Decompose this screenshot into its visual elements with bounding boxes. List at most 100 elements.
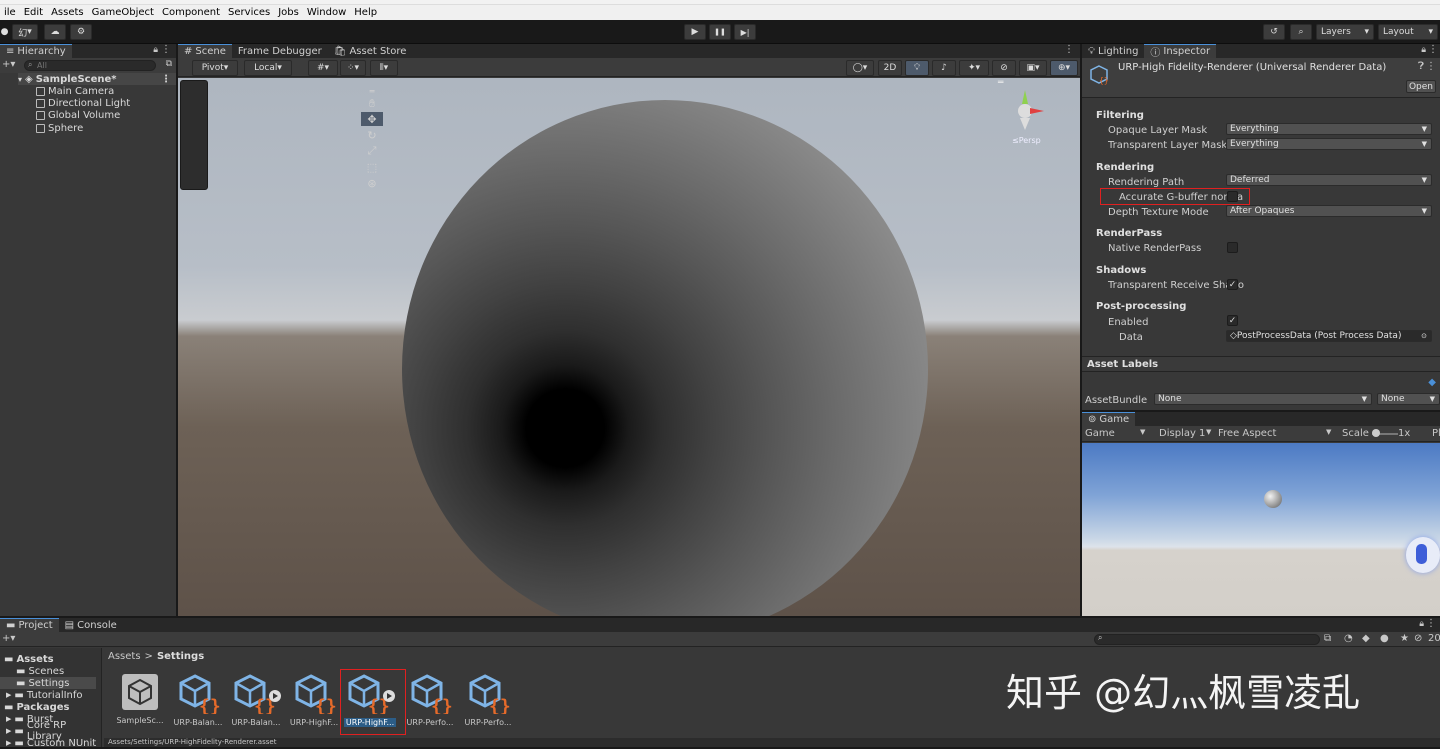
asset-item[interactable]: {} URP-Perfo... [460,672,516,727]
layout-dropdown[interactable]: Layout ▾ [1378,24,1438,40]
list-item[interactable]: Directional Light [36,97,130,109]
scale-tool-icon[interactable]: ⤢ [361,144,383,158]
hierarchy-search-input[interactable] [24,60,156,71]
tab-project[interactable]: ▬ Project [0,618,59,632]
filter-by-type-icon[interactable]: ◔ [1344,633,1353,644]
lock-icon[interactable]: 🔒︎ [1419,619,1424,629]
more-options-icon[interactable]: ⋮ [1426,61,1436,72]
breadcrumb-assets[interactable]: Assets [108,651,141,662]
lock-icon[interactable]: 🔒︎ [153,45,158,55]
tree-item-tutorialinfo[interactable]: ▶ ▬ TutorialInfo [6,689,83,701]
list-item[interactable]: Main Camera [36,85,114,97]
rotate-tool-icon[interactable]: ↻ [361,128,383,142]
transform-tool-icon[interactable]: ⊛ [361,176,383,190]
menu-edit[interactable]: Edit [20,7,47,18]
opaque-layer-mask-dropdown[interactable]: Everything ▼ [1226,123,1432,135]
list-item[interactable]: Global Volume [36,109,120,121]
menu-component[interactable]: Component [158,7,224,18]
perspective-label[interactable]: ≤Persp [1012,136,1041,145]
tree-item-packages[interactable]: ▬ Packages [4,701,69,713]
more-options-icon[interactable]: ⋮ [1064,44,1074,55]
help-icon[interactable]: ❓︎ [1418,61,1424,72]
hand-tool-icon[interactable]: ✋︎ [361,97,383,111]
warning-icon[interactable]: ● [1380,633,1389,644]
filter-by-label-icon[interactable]: ◆ [1362,633,1370,644]
account-button[interactable]: 幻 ▾ [12,24,38,40]
asset-item[interactable]: {} URP-Perfo... [402,672,458,727]
tree-item-custom-nunit[interactable]: ▶ ▬ Custom NUnit [6,737,96,749]
transparent-layer-mask-dropdown[interactable]: Everything ▼ [1226,138,1432,150]
menu-file[interactable]: ile [0,7,20,18]
cloud-icon[interactable]: ☁ [44,24,66,40]
play-focused-toggle[interactable]: Pl [1432,428,1440,439]
postprocessing-enabled-checkbox[interactable]: ✓ [1227,315,1238,326]
sphere-object[interactable] [402,100,928,616]
account-dot-icon[interactable]: ● [0,24,9,40]
lighting-toggle-icon[interactable]: 💡︎ [905,60,929,76]
effects-icon[interactable]: ✦▾ [959,60,989,76]
aspect-dropdown[interactable]: Free Aspect [1218,428,1276,439]
transparent-receive-shadows-checkbox[interactable]: ✓ [1227,279,1238,290]
tree-item-scenes[interactable]: ▬ Scenes [16,665,64,677]
tab-frame-debugger[interactable]: Frame Debugger [232,44,328,58]
native-renderpass-checkbox[interactable] [1227,242,1238,253]
assetbundle-dropdown[interactable]: None ▼ [1154,393,1372,405]
more-options-icon[interactable]: ⋮ [161,74,171,85]
gizmos-icon[interactable]: ⊕▾ [1050,60,1078,76]
favorite-star-icon[interactable]: ★ [1400,633,1409,644]
asset-item[interactable]: {} URP-Balan... [228,672,284,727]
tab-lighting[interactable]: 💡︎ Lighting [1082,44,1144,58]
menu-help[interactable]: Help [350,7,381,18]
menu-window[interactable]: Window [303,7,350,18]
asset-item[interactable]: {} URP-HighF... [286,672,342,727]
tab-console[interactable]: ▤ Console [59,618,123,632]
assetbundle-variant-dropdown[interactable]: None ▼ [1377,393,1440,405]
pause-button[interactable]: ❚❚ [709,24,731,40]
game-viewport[interactable] [1082,443,1440,616]
hidden-packages-icon[interactable]: ⊘ [1414,633,1422,644]
lock-icon[interactable]: 🔒︎ [1421,45,1426,55]
asset-item[interactable]: {} URP-Balan... [170,672,226,727]
add-icon[interactable]: +▾ [2,633,15,644]
history-icon[interactable]: ↺ [1263,24,1285,40]
step-button[interactable]: ▶| [734,24,756,40]
menu-lines-icon[interactable]: ═ [998,78,1003,88]
more-options-icon[interactable]: ⋮ [161,44,171,55]
menu-gameobject[interactable]: GameObject [88,7,158,18]
rect-tool-icon[interactable]: ⬚ [361,160,383,174]
label-tag-icon[interactable]: ◆ [1428,377,1436,388]
scale-slider-handle[interactable] [1372,429,1380,437]
breadcrumb-settings[interactable]: Settings [157,651,204,662]
tree-item-settings[interactable]: ▬ Settings [0,677,96,689]
scene-row[interactable]: ▾ ◈ SampleScene* ⋮ [18,73,176,85]
menu-services[interactable]: Services [224,7,274,18]
layers-dropdown[interactable]: Layers ▾ [1316,24,1374,40]
display-dropdown[interactable]: Display 1 [1159,428,1205,439]
search-by-type-icon[interactable]: ⧉ [1324,633,1331,644]
pivot-dropdown[interactable]: Pivot ▾ [192,60,238,76]
add-icon[interactable]: +▾ [2,59,15,70]
camera-icon[interactable]: ▣▾ [1019,60,1047,76]
menu-assets[interactable]: Assets [47,7,88,18]
tab-hierarchy[interactable]: ≡ Hierarchy [0,44,72,58]
more-options-icon[interactable]: ⋮ [1426,618,1436,629]
open-button[interactable]: Open [1406,80,1436,93]
scene-viewport[interactable]: ≤Persp ═ [178,78,1080,616]
search-icon[interactable]: ⌕ [1290,24,1312,40]
tab-asset-store[interactable]: 🛍︎ Asset Store [328,44,413,58]
grid-snap-icon[interactable]: #▾ [308,60,338,76]
rendering-path-dropdown[interactable]: Deferred ▼ [1226,174,1432,186]
visibility-icon[interactable]: ⊘ [992,60,1016,76]
align-icon[interactable]: ⫴▾ [370,60,398,76]
asset-item[interactable]: SampleSc... [112,672,168,725]
move-tool-icon[interactable]: ✥ [361,112,383,126]
shading-mode-icon[interactable]: ◯▾ [846,60,874,76]
depth-texture-mode-dropdown[interactable]: After Opaques ▼ [1226,205,1432,217]
tree-item-assets[interactable]: ▬ Assets [4,653,54,665]
filter-icon[interactable]: ⧉ [166,59,172,69]
audio-toggle-icon[interactable]: ♪ [932,60,956,76]
floating-assistant-icon[interactable] [1406,537,1440,573]
collab-icon[interactable]: ⚙ [70,24,92,40]
object-picker-icon[interactable]: ⊙ [1421,332,1427,340]
tab-scene[interactable]: # Scene [178,44,232,58]
